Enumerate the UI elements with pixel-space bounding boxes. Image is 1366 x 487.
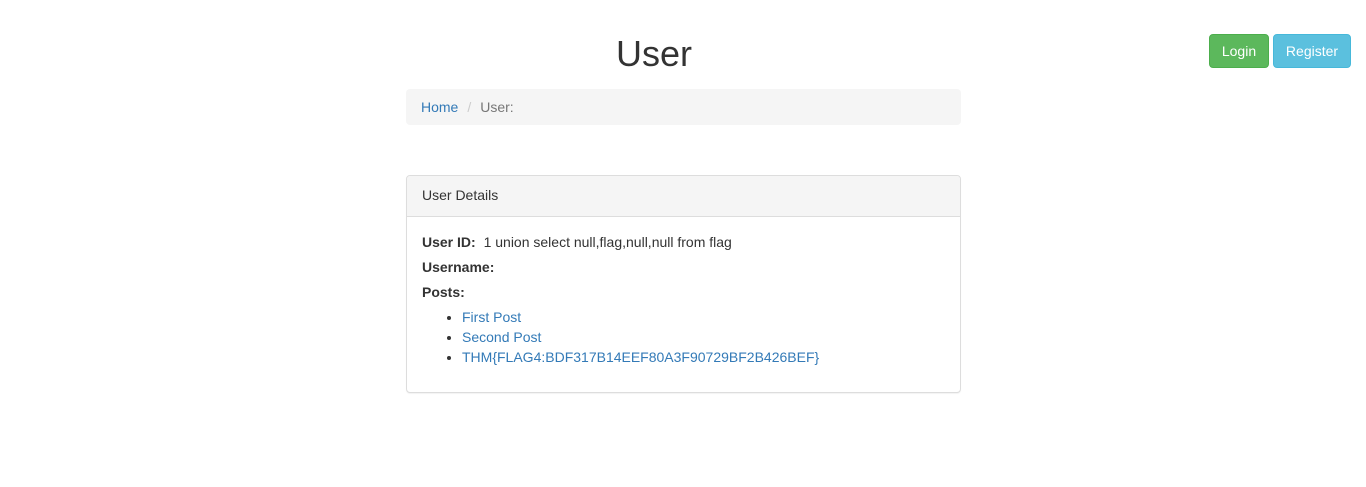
login-button[interactable]: Login [1209,34,1269,68]
posts-list: First Post Second Post THM{FLAG4:BDF317B… [422,307,945,367]
user-id-label: User ID: [422,234,476,250]
list-item: First Post [462,307,945,327]
post-link[interactable]: Second Post [462,329,541,345]
panel-heading: User Details [407,176,960,217]
posts-label: Posts: [422,284,465,300]
user-details-panel: User Details User ID: 1 union select nul… [406,175,961,393]
username-label: Username: [422,259,495,275]
user-id-value: 1 union select null,flag,null,null from … [483,234,732,250]
page: Login Register User Home / User: User De… [0,0,1366,487]
auth-buttons: Login Register [1209,34,1351,68]
register-button[interactable]: Register [1273,34,1351,68]
posts-row: Posts: [422,282,945,302]
breadcrumb-separator: / [467,99,472,115]
breadcrumb-home-link[interactable]: Home [421,99,458,115]
user-id-row: User ID: 1 union select null,flag,null,n… [422,232,945,252]
post-link[interactable]: First Post [462,309,521,325]
list-item: Second Post [462,327,945,347]
page-title: User [615,33,692,74]
breadcrumb: Home / User: [406,89,961,125]
post-link[interactable]: THM{FLAG4:BDF317B14EEF80A3F90729BF2B426B… [462,349,819,365]
username-row: Username: [422,257,945,277]
list-item: THM{FLAG4:BDF317B14EEF80A3F90729BF2B426B… [462,347,945,367]
panel-body: User ID: 1 union select null,flag,null,n… [407,217,960,382]
breadcrumb-current: User: [480,99,514,115]
